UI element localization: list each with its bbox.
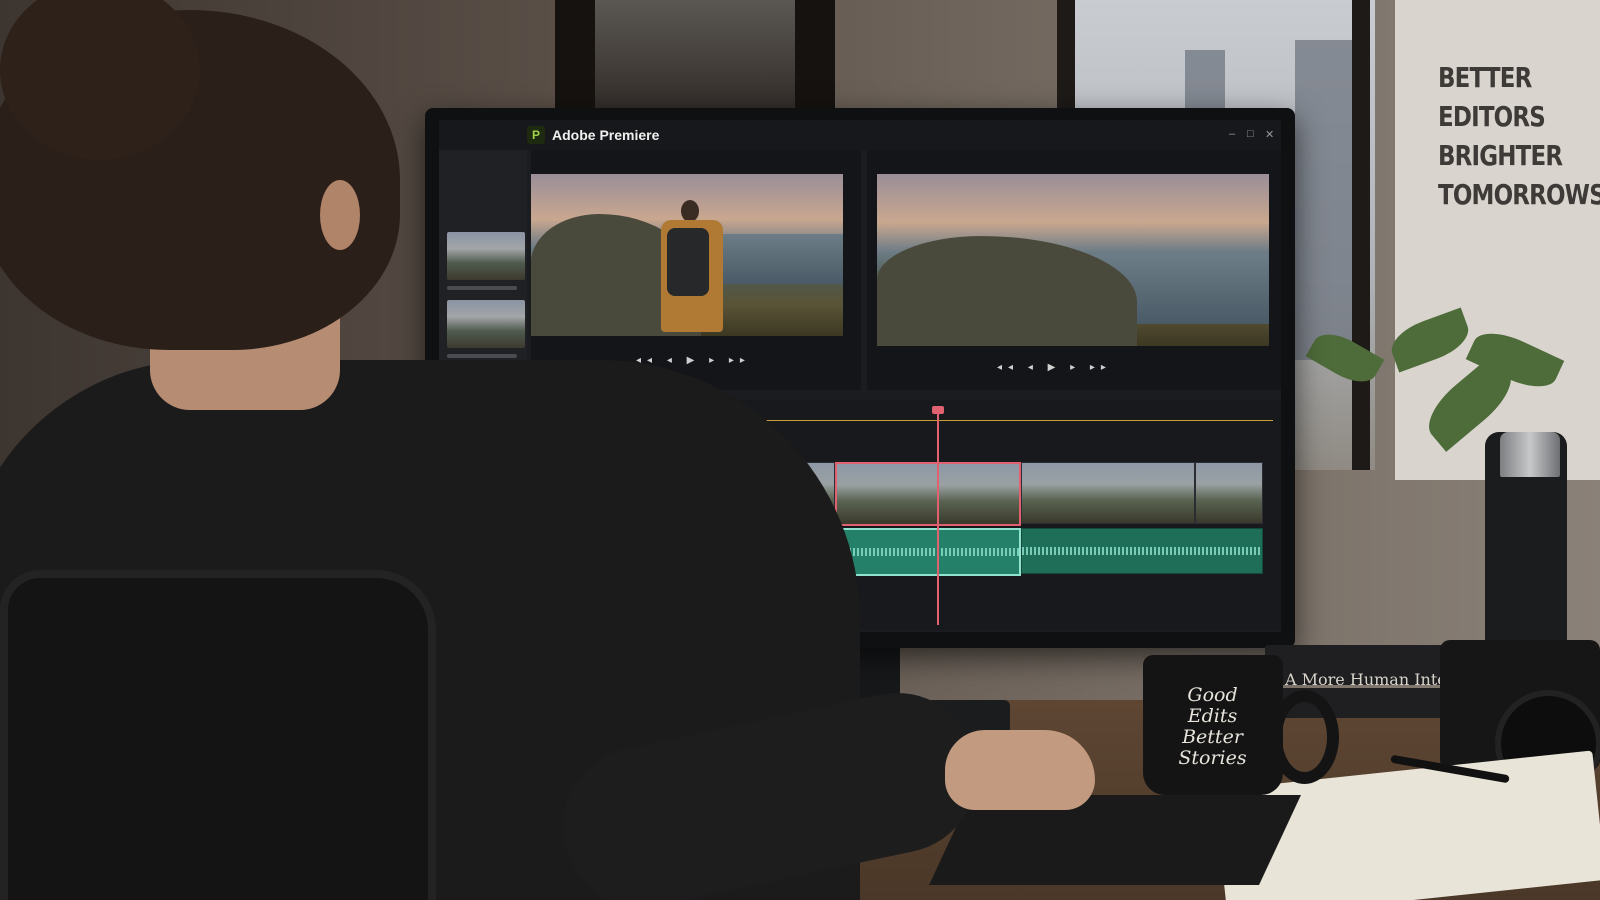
maximize-button[interactable]: □ (1247, 128, 1254, 140)
window-frame (1352, 0, 1370, 470)
office-chair (0, 570, 436, 900)
program-transport-controls[interactable]: ◂◂ ◂ ▶ ▸ ▸▸ (997, 362, 1112, 373)
cliff (877, 236, 1137, 346)
program-video-frame[interactable] (877, 174, 1269, 346)
close-button[interactable]: ✕ (1265, 128, 1274, 141)
bottle-cap (1500, 432, 1560, 477)
playhead[interactable] (937, 410, 939, 625)
office-scene: BETTER EDITORS BRIGHTER TOMORROWS – □ ✕ … (0, 0, 1600, 900)
ear (320, 180, 360, 250)
poster-text: BETTER EDITORS BRIGHTER TOMORROWS (1438, 61, 1600, 211)
minimize-button[interactable]: – (1229, 128, 1235, 140)
program-monitor: ◂◂ ◂ ▶ ▸ ▸▸ (867, 150, 1281, 390)
timeline-video-clip[interactable] (1021, 462, 1195, 524)
mug-text: Good Edits Better Stories (1178, 684, 1247, 769)
distant-building (1295, 40, 1355, 360)
hand-on-mouse (945, 730, 1095, 810)
audio-clip[interactable] (1021, 528, 1263, 574)
timeline-video-clip[interactable] (1195, 462, 1263, 524)
